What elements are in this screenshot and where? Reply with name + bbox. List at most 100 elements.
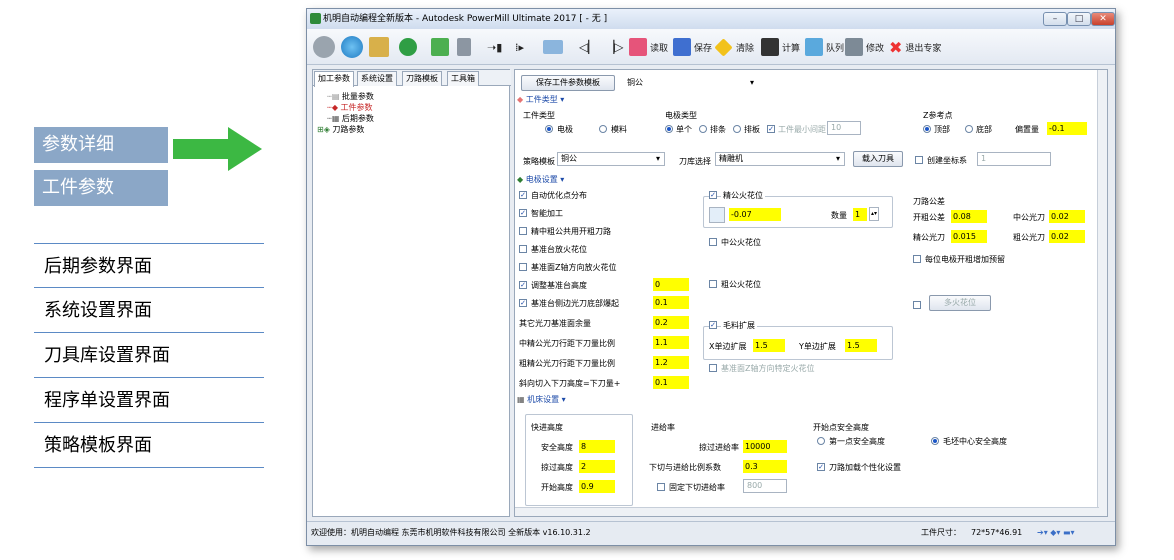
status-icons[interactable]: ➔▾ ◆▾ ▬▾ bbox=[1037, 522, 1075, 544]
row-input[interactable]: 1.1 bbox=[653, 336, 689, 349]
annotation-item: 后期参数界面 bbox=[34, 243, 264, 288]
datum-z-spark-checkbox[interactable] bbox=[709, 364, 717, 372]
row-input[interactable]: 0.2 bbox=[653, 316, 689, 329]
fixed-plunge-input[interactable]: 800 bbox=[743, 479, 787, 493]
gear-icon[interactable] bbox=[313, 34, 338, 60]
tree-item-batch[interactable]: ┄▤ 批量参数 bbox=[327, 92, 374, 102]
tree-item-post[interactable]: ┄▦ 后期参数 bbox=[327, 114, 374, 124]
x-expand-input[interactable]: 1.5 bbox=[753, 339, 785, 352]
last-icon[interactable]: ▕▷ bbox=[605, 34, 623, 60]
option-checkbox[interactable] bbox=[519, 227, 527, 235]
calc-button[interactable]: 计算 bbox=[761, 34, 800, 60]
workpiece-type-label: 工件类型 bbox=[523, 111, 555, 120]
tab-system[interactable]: 系统设置 bbox=[357, 71, 397, 86]
minimize-button[interactable]: – bbox=[1043, 12, 1067, 26]
option-checkbox[interactable]: ✓ bbox=[519, 209, 527, 217]
option-checkbox[interactable]: ✓ bbox=[519, 281, 527, 289]
load-tool-button[interactable]: 载入刀具 bbox=[853, 151, 903, 167]
radio-electrode[interactable] bbox=[545, 125, 553, 133]
reset-electrode-checkbox[interactable] bbox=[913, 255, 921, 263]
option-checkbox[interactable] bbox=[519, 245, 527, 253]
radio-mold[interactable] bbox=[599, 125, 607, 133]
globe-icon[interactable] bbox=[341, 34, 366, 60]
y-expand-input[interactable]: 1.5 bbox=[845, 339, 877, 352]
template-select[interactable]: 铜公 ▾ bbox=[623, 76, 759, 90]
skim-height-input[interactable]: 2 bbox=[579, 460, 615, 473]
radio-strip[interactable] bbox=[699, 125, 707, 133]
blank-expand-checkbox[interactable]: ✓ bbox=[709, 321, 717, 329]
radio-first-point[interactable] bbox=[817, 437, 825, 445]
radio-bottom[interactable] bbox=[965, 125, 973, 133]
quantity-input[interactable]: 1 bbox=[853, 208, 867, 221]
row-input[interactable]: 0.1 bbox=[653, 376, 689, 389]
save-button[interactable]: 保存 bbox=[673, 34, 712, 60]
rough-finish-label: 粗公光刀 bbox=[1013, 233, 1045, 242]
rough-finish-input[interactable]: 0.02 bbox=[1049, 230, 1085, 243]
multi-spark-button[interactable]: 多火花位 bbox=[929, 295, 991, 311]
start-height-input[interactable]: 0.9 bbox=[579, 480, 615, 493]
skim-feed-input[interactable]: 10000 bbox=[743, 440, 787, 453]
save-template-button[interactable]: 保存工件参数模板 bbox=[521, 75, 615, 91]
side-finish-input[interactable]: 0.1 bbox=[653, 296, 689, 309]
read-button[interactable]: 读取 bbox=[629, 34, 668, 60]
fixed-plunge-checkbox[interactable] bbox=[657, 483, 665, 491]
mid-finish-input[interactable]: 0.02 bbox=[1049, 210, 1085, 223]
min-spacing-checkbox[interactable]: ✓ bbox=[767, 125, 775, 133]
grid-icon[interactable] bbox=[431, 34, 452, 60]
close-button[interactable]: ✕ bbox=[1091, 12, 1115, 26]
clear-button[interactable]: 清除 bbox=[714, 34, 754, 60]
section-workpiece[interactable]: ◆ 工件类型 ▾ bbox=[517, 94, 564, 105]
tree-item-workpiece[interactable]: ┄◆ 工件参数 bbox=[327, 103, 373, 113]
tree-item-toolpath[interactable]: ⊞◈ 刀路参数 bbox=[317, 125, 364, 135]
option-checkbox[interactable]: ✓ bbox=[519, 191, 527, 199]
tab-machining[interactable]: 加工参数 bbox=[314, 71, 354, 87]
plunge-ratio-input[interactable]: 0.3 bbox=[743, 460, 787, 473]
tool-library-select[interactable]: 精雕机 ▾ bbox=[715, 152, 845, 166]
exit-expert-button[interactable]: ✖ 退出专家 bbox=[889, 34, 941, 60]
step-icon[interactable]: ⁞▸ bbox=[515, 34, 524, 60]
multi-spark-checkbox[interactable] bbox=[913, 301, 921, 309]
wrench-icon[interactable] bbox=[457, 34, 474, 60]
vertical-scrollbar[interactable] bbox=[1097, 70, 1107, 516]
option-label: 调整基准台高度 bbox=[531, 281, 587, 290]
radio-single[interactable] bbox=[665, 125, 673, 133]
tool-personal-checkbox[interactable]: ✓ bbox=[817, 463, 825, 471]
section-electrode[interactable]: ◆ 电极设置 ▾ bbox=[517, 174, 564, 185]
step-in-icon[interactable]: ➝▮ bbox=[487, 34, 502, 60]
rough-spark-checkbox[interactable] bbox=[709, 280, 717, 288]
reset-electrode-label: 每位电极开粗增加预留 bbox=[925, 255, 1005, 264]
arrow-head-icon bbox=[228, 127, 262, 171]
maximize-button[interactable]: □ bbox=[1067, 12, 1091, 26]
min-spacing-input[interactable]: 10 bbox=[827, 121, 861, 135]
create-coord-checkbox[interactable] bbox=[915, 156, 923, 164]
clipboard-icon[interactable] bbox=[369, 34, 392, 60]
option-checkbox[interactable]: ✓ bbox=[519, 299, 527, 307]
section-machine[interactable]: ▦ 机床设置 ▾ bbox=[517, 394, 566, 405]
horizontal-scrollbar[interactable] bbox=[515, 507, 1099, 516]
rough-tol-input[interactable]: 0.08 bbox=[951, 210, 987, 223]
modify-button[interactable]: 修改 bbox=[845, 34, 884, 60]
option-checkbox[interactable] bbox=[519, 263, 527, 271]
plus-circle-icon[interactable] bbox=[399, 34, 420, 60]
tab-toolpath-template[interactable]: 刀路模板 bbox=[402, 71, 442, 86]
fine-spark-checkbox[interactable]: ✓ bbox=[709, 191, 717, 199]
first-icon[interactable]: ◁▏ bbox=[579, 34, 597, 60]
quantity-spinner[interactable]: ▴▾ bbox=[869, 207, 879, 221]
queue-button[interactable]: 队列 bbox=[805, 34, 844, 60]
safe-height-input[interactable]: 8 bbox=[579, 440, 615, 453]
row-input[interactable]: 1.2 bbox=[653, 356, 689, 369]
radio-top[interactable] bbox=[923, 125, 931, 133]
base-height-input[interactable]: 0 bbox=[653, 278, 689, 291]
tab-toolbox[interactable]: 工具箱 bbox=[447, 71, 479, 86]
offset-input[interactable]: -0.1 bbox=[1047, 122, 1087, 135]
fine-spark-input[interactable]: -0.07 bbox=[729, 208, 781, 221]
folder-icon[interactable] bbox=[543, 34, 566, 60]
fine-finish-input[interactable]: 0.015 bbox=[951, 230, 987, 243]
z-ref-label: Z参考点 bbox=[923, 111, 953, 120]
create-coord-input[interactable]: 1 bbox=[977, 152, 1051, 166]
radio-blank-center[interactable] bbox=[931, 437, 939, 445]
radio-plate[interactable] bbox=[733, 125, 741, 133]
spark-icon[interactable] bbox=[709, 207, 725, 223]
strategy-template-select[interactable]: 铜公 ▾ bbox=[557, 152, 665, 166]
mid-spark-checkbox[interactable] bbox=[709, 238, 717, 246]
